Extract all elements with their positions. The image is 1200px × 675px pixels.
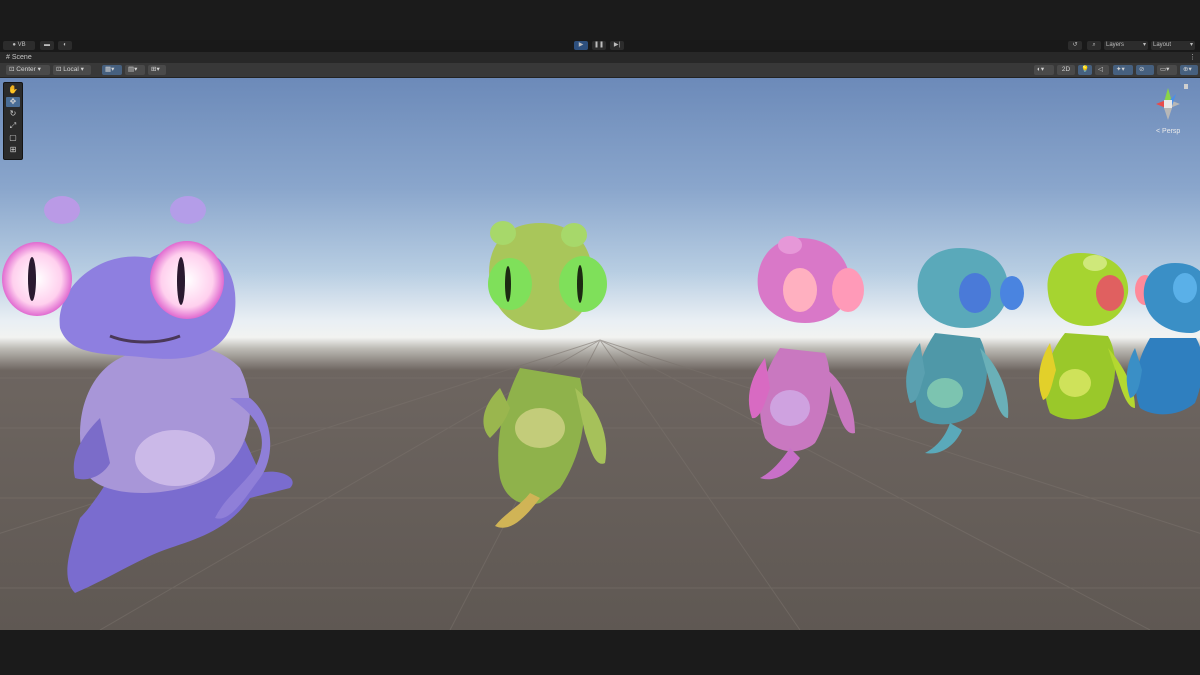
tab-scene-label: Scene <box>11 54 32 61</box>
scale-icon: ⤢ <box>9 121 17 130</box>
gizmo-center[interactable] <box>1164 100 1172 108</box>
account-label: VB <box>17 42 26 48</box>
toggle-2d-button[interactable]: 2D <box>1057 65 1075 75</box>
left-eye <box>783 268 817 312</box>
gizmo-axes <box>1156 84 1188 120</box>
effects-icon: ✦▾ <box>1116 66 1125 73</box>
layers-label: Layers <box>1106 42 1125 48</box>
scene-visibility-toggle[interactable]: ⊘ <box>1136 65 1154 75</box>
grid-icon: ▦▾ <box>105 66 115 73</box>
effects-dropdown[interactable]: ✦▾ <box>1113 65 1133 75</box>
pivot-icon: ⊡ <box>9 66 15 73</box>
global-local-icon: ⊡ <box>56 66 62 73</box>
letterbox-bottom <box>0 630 1200 675</box>
scene-icon: # <box>6 54 10 61</box>
snap-increment-button[interactable]: ▤▾ <box>125 65 145 75</box>
cloud-icon: ▬ <box>44 42 50 48</box>
scale-tool[interactable]: ⤢ <box>6 121 20 131</box>
left-eye <box>1096 275 1124 311</box>
hand-icon: ✋ <box>8 85 18 94</box>
layout-dropdown[interactable]: Layout ▾ <box>1151 41 1195 50</box>
scene-toolbar: ⊡ Center ▾ ⊡ Local ▾ ▦▾ ▤▾ ⊞▾ ◐▾ 2D 💡 ◁ … <box>0 63 1200 78</box>
play-button[interactable]: ▶ <box>574 41 588 50</box>
neg-y-axis-cone[interactable] <box>1164 108 1172 120</box>
tools-panel: ✋ ✥ ↻ ⤢ ▢ ⊞ <box>3 82 23 160</box>
rect-tool[interactable]: ▢ <box>6 133 20 143</box>
pink-alien[interactable] <box>748 236 864 480</box>
pivot-mode-label: Center <box>16 66 36 73</box>
pause-button[interactable]: ❚❚ <box>592 41 606 50</box>
search-icon: ⌕ <box>1092 42 1096 48</box>
projection-toggle[interactable]: < Persp <box>1156 128 1180 135</box>
view-tool[interactable]: ✋ <box>6 85 20 95</box>
account-button[interactable]: ● VB <box>3 41 35 50</box>
search-button[interactable]: ⌕ <box>1087 41 1101 50</box>
gizmos-dropdown[interactable]: ⊕▾ <box>1180 65 1198 75</box>
right-eye <box>150 241 224 319</box>
gizmo-icon: ⊕▾ <box>1183 66 1192 73</box>
lighting-toggle[interactable]: 💡 <box>1078 65 1092 75</box>
step-icon: ▶| <box>613 42 621 48</box>
green-alien[interactable] <box>483 221 607 528</box>
rotate-icon: ↻ <box>9 109 17 118</box>
tab-scene[interactable]: # Scene <box>2 52 36 63</box>
pivot-mode-dropdown[interactable]: ⊡ Center ▾ <box>6 65 50 75</box>
pivot-rotation-dropdown[interactable]: ⊡ Local ▾ <box>53 65 91 75</box>
chevron-down-icon: ▾ <box>80 66 84 73</box>
scene-viewport[interactable]: ✋ ✥ ↻ ⤢ ▢ ⊞ < Persp <box>0 78 1200 630</box>
editor-toolbar: ● VB ▬ ◐ ▶ ❚❚ ▶| ↺ ⌕ Layers ▾ Layout ▾ <box>0 40 1200 52</box>
draw-mode-dropdown[interactable]: ◐▾ <box>1034 65 1054 75</box>
ruler-icon: ⊞▾ <box>151 66 160 73</box>
grid-snap-button[interactable]: ▦▾ <box>102 65 122 75</box>
purple-alien[interactable] <box>2 196 293 593</box>
pivot-rotation-label: Local <box>63 66 79 73</box>
play-icon: ▶ <box>578 42 584 48</box>
undo-history-button[interactable]: ↺ <box>1068 41 1082 50</box>
camera-settings-dropdown[interactable]: ▭▾ <box>1157 65 1177 75</box>
camera-icon: ▭▾ <box>1160 66 1170 73</box>
history-icon: ↺ <box>1072 42 1078 48</box>
move-tool[interactable]: ✥ <box>6 97 20 107</box>
collab-icon: ◐ <box>63 42 67 48</box>
account-icon: ● <box>12 42 16 48</box>
left-eye <box>959 273 991 313</box>
rect-icon: ▢ <box>9 133 17 142</box>
lock-icon[interactable] <box>1184 84 1188 89</box>
audio-toggle[interactable]: ◁ <box>1095 65 1109 75</box>
collab-button[interactable]: ◐ <box>58 41 72 50</box>
left-eye <box>1173 273 1197 303</box>
transform-icon: ⊞ <box>9 145 17 154</box>
shading-icon: ◐▾ <box>1037 66 1045 73</box>
move-icon: ✥ <box>9 97 17 106</box>
pause-icon: ❚❚ <box>594 42 605 48</box>
layout-label: Layout <box>1153 42 1172 48</box>
chevron-down-icon: ▾ <box>1142 42 1146 48</box>
scene-render <box>0 196 1200 630</box>
increment-snap-button[interactable]: ⊞▾ <box>148 65 166 75</box>
kebab-menu-icon: ⋮ <box>1189 54 1196 61</box>
right-eye <box>1000 276 1024 310</box>
left-eye <box>2 242 72 316</box>
cloud-button[interactable]: ▬ <box>40 41 54 50</box>
tab-menu-button[interactable]: ⋮ <box>1189 52 1196 63</box>
chevron-down-icon: ▾ <box>1189 42 1193 48</box>
layers-dropdown[interactable]: Layers ▾ <box>1104 41 1148 50</box>
toggle-2d-label: 2D <box>1061 66 1071 73</box>
teal-alien[interactable] <box>906 248 1024 454</box>
transform-tool[interactable]: ⊞ <box>6 145 20 155</box>
chevron-down-icon: ▾ <box>37 66 41 73</box>
visibility-icon: ⊘ <box>1139 66 1145 73</box>
speaker-icon: ◁ <box>1098 66 1103 73</box>
snap-icon: ▤▾ <box>128 66 138 73</box>
rotate-tool[interactable]: ↻ <box>6 109 20 119</box>
letterbox-top <box>0 0 1200 40</box>
scene-tab-bar: # Scene ⋮ <box>0 52 1200 63</box>
right-eye <box>832 268 864 312</box>
lightbulb-icon: 💡 <box>1081 66 1090 73</box>
step-button[interactable]: ▶| <box>610 41 624 50</box>
